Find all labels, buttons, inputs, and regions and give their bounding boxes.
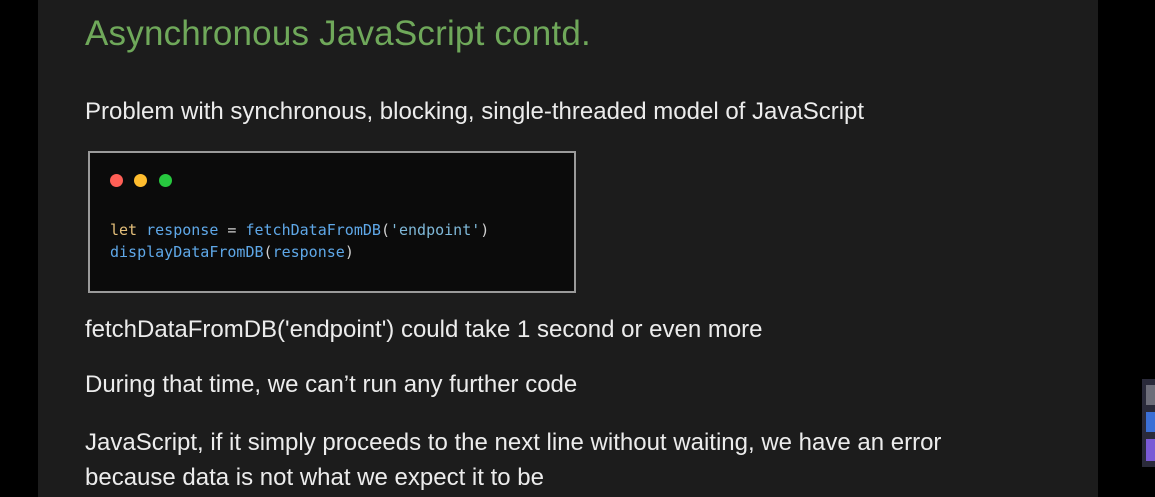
code-block: let response = fetchDataFromDB('endpoint…	[110, 219, 489, 263]
code-paren-close: )	[480, 221, 490, 239]
code-operator: =	[227, 221, 237, 239]
paragraph-fetch-duration: fetchDataFromDB('endpoint') could take 1…	[85, 316, 763, 343]
side-toolbar-widget[interactable]	[1142, 379, 1155, 467]
window-close-dot-icon	[110, 174, 123, 187]
code-variable: response	[146, 221, 219, 239]
code-line-2: displayDataFromDB(response)	[110, 241, 489, 263]
code-string: 'endpoint'	[389, 221, 481, 239]
toolbar-app-icon[interactable]	[1146, 412, 1155, 432]
paragraph-blocking: During that time, we can’t run any furth…	[85, 371, 578, 398]
presentation-slide: Asynchronous JavaScript contd. Problem w…	[38, 0, 1098, 497]
code-snippet-window: let response = fetchDataFromDB('endpoint…	[88, 151, 576, 293]
slide-subtitle: Problem with synchronous, blocking, sing…	[85, 98, 865, 125]
code-line-1: let response = fetchDataFromDB('endpoint…	[110, 219, 489, 241]
video-frame: Asynchronous JavaScript contd. Problem w…	[0, 0, 1155, 497]
window-maximize-dot-icon	[159, 174, 172, 187]
toolbar-app-icon[interactable]	[1146, 385, 1155, 405]
code-function-call: fetchDataFromDB	[245, 221, 381, 239]
paragraph-error-line-2: because data is not what we expect it to…	[85, 464, 544, 491]
paragraph-error-line-1: JavaScript, if it simply proceeds to the…	[85, 429, 942, 456]
code-function-call: displayDataFromDB	[110, 243, 264, 261]
code-argument: response	[272, 243, 345, 261]
paragraph-error: JavaScript, if it simply proceeds to the…	[85, 425, 941, 495]
code-paren-close: )	[344, 243, 354, 261]
code-paren-open: (	[380, 221, 390, 239]
code-keyword: let	[110, 221, 138, 239]
window-minimize-dot-icon	[134, 174, 147, 187]
slide-title: Asynchronous JavaScript contd.	[85, 14, 591, 53]
code-paren-open: (	[263, 243, 273, 261]
toolbar-app-icon[interactable]	[1146, 439, 1155, 461]
